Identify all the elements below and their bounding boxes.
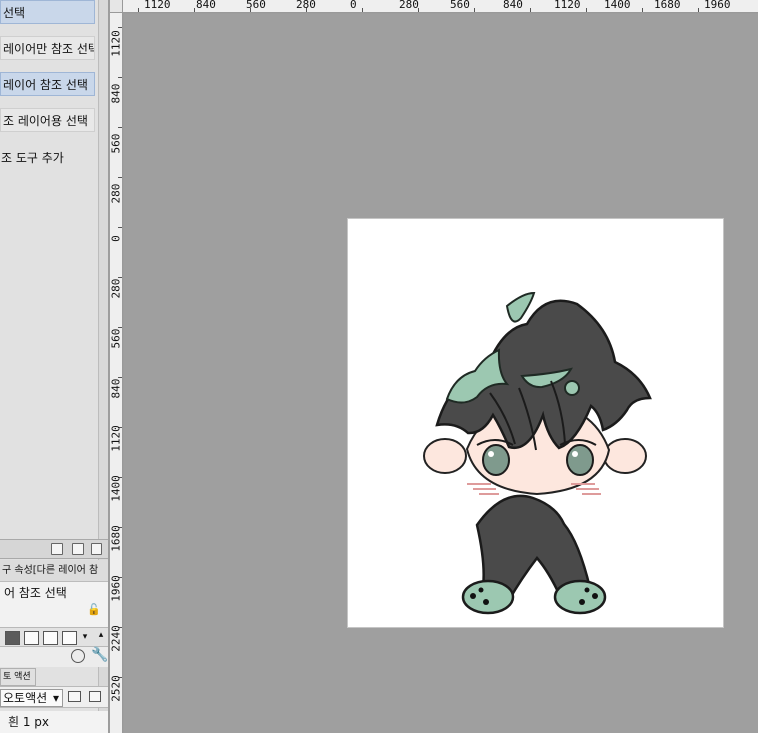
ruler-tick: [118, 27, 122, 28]
tool-strip: 🔧: [0, 647, 108, 667]
top-ruler-label: 840: [503, 0, 523, 11]
mode-strip: ▾ ▴: [0, 627, 108, 647]
new-layer-icon[interactable]: [72, 543, 84, 555]
left-ruler-label: 560: [110, 133, 123, 154]
top-ruler-label: 560: [246, 0, 266, 11]
left-ruler-label: 1120: [110, 425, 123, 452]
wrench-icon[interactable]: 🔧: [91, 648, 108, 662]
left-ruler-label: 280: [110, 278, 123, 299]
left-ruler: 1120 840 560 280 0 280 560 840 1120 1400…: [110, 13, 123, 733]
ruler-tick: [118, 177, 122, 178]
app-window: 선택 레이어만 참조 선택 레이어 참조 선택 조 레이어용 선택 조 도구 추…: [0, 0, 758, 733]
ruler-tick: [474, 8, 475, 12]
ruler-tick: [138, 8, 139, 12]
top-ruler-label: 0: [350, 0, 357, 11]
tool-property-header: 구 속성[다른 레이어 참: [0, 560, 108, 582]
top-ruler-label: 280: [296, 0, 316, 11]
menu-item-reference-layer-select[interactable]: 조 레이어용 선택: [0, 108, 95, 132]
autoaction-bar: 오토액션 ▾: [0, 686, 108, 708]
top-ruler-label: 1960: [704, 0, 731, 11]
canvas-workspace[interactable]: [124, 14, 758, 733]
left-ruler-label: 840: [110, 378, 123, 399]
left-ruler-label: 1680: [110, 525, 123, 552]
menu-item-layer-reference-select-label: 레이어 참조 선택: [3, 78, 88, 92]
menu-item-layer-only-reference-select-label: 레이어만 참조 선택: [3, 42, 95, 56]
top-ruler-label: 280: [399, 0, 419, 11]
top-ruler: 1120 840 560 280 0 280 560 840 1120 1400…: [110, 0, 758, 13]
left-ruler-label: 840: [110, 83, 123, 104]
ruler-tick: [362, 8, 363, 12]
tool-property-panel: 구 속성[다른 레이어 참 어 참조 선택 🔓: [0, 560, 108, 630]
left-ruler-label: 1120: [110, 30, 123, 57]
ruler-tick: [586, 8, 587, 12]
autoaction-select[interactable]: 오토액션 ▾: [0, 689, 63, 707]
autoaction-tab[interactable]: 토 액션: [0, 668, 36, 686]
export-icon[interactable]: [89, 691, 101, 702]
top-ruler-label: 1680: [654, 0, 681, 11]
ruler-tick: [118, 77, 122, 78]
dial-icon[interactable]: [71, 649, 85, 663]
ruler-tick: [118, 127, 122, 128]
left-ruler-label: 1400: [110, 475, 123, 502]
top-ruler-label: 1120: [554, 0, 581, 11]
top-ruler-label: 840: [196, 0, 216, 11]
autoaction-select-value: 오토액션: [3, 691, 48, 705]
left-ruler-label: 560: [110, 328, 123, 349]
layer-action-toolbar: [0, 539, 108, 559]
left-tool-panel: 선택 레이어만 참조 선택 레이어 참조 선택 조 레이어용 선택 조 도구 추…: [0, 0, 109, 733]
ruler-tick: [698, 8, 699, 12]
mode-option-icon[interactable]: [43, 631, 58, 645]
ruler-tick: [530, 8, 531, 12]
menu-item-select-label: 선택: [3, 6, 26, 20]
drawing-canvas[interactable]: [347, 218, 724, 628]
export-icon[interactable]: [51, 543, 63, 555]
top-ruler-label: 1120: [144, 0, 171, 11]
top-ruler-label: 1400: [604, 0, 631, 11]
menu-item-layer-only-reference-select[interactable]: 레이어만 참조 선택: [0, 36, 95, 60]
add-tool-link[interactable]: 조 도구 추가: [0, 149, 64, 167]
lock-icon[interactable]: 🔓: [87, 604, 101, 616]
tool-property-value: 어 참조 선택: [4, 586, 67, 600]
mode-scroll-arrow[interactable]: ▴: [96, 630, 106, 640]
trash-icon[interactable]: [91, 543, 102, 555]
mode-option-icon[interactable]: [62, 631, 77, 645]
left-ruler-label: 0: [110, 235, 123, 242]
chibi-artwork: [423, 291, 652, 615]
chevron-down-icon: ▾: [52, 691, 59, 705]
left-ruler-label: 280: [110, 183, 123, 204]
top-ruler-label: 560: [450, 0, 470, 11]
mode-option-icon[interactable]: [24, 631, 39, 645]
ruler-corner: [110, 0, 123, 13]
ruler-tick: [194, 8, 195, 12]
menu-item-reference-layer-select-label: 조 레이어용 선택: [3, 114, 88, 128]
folder-icon[interactable]: [68, 691, 81, 702]
menu-item-layer-reference-select[interactable]: 레이어 참조 선택: [0, 72, 95, 96]
left-ruler-label: 1960: [110, 575, 123, 602]
mode-square-icon[interactable]: [5, 631, 20, 645]
ruler-tick: [642, 8, 643, 12]
left-ruler-label: 2520: [110, 675, 123, 702]
menu-item-select[interactable]: 선택: [0, 0, 95, 24]
left-ruler-label: 2240: [110, 625, 123, 652]
status-line: 흰 1 px: [0, 711, 108, 733]
mode-dropdown-arrow[interactable]: ▾: [80, 632, 90, 642]
